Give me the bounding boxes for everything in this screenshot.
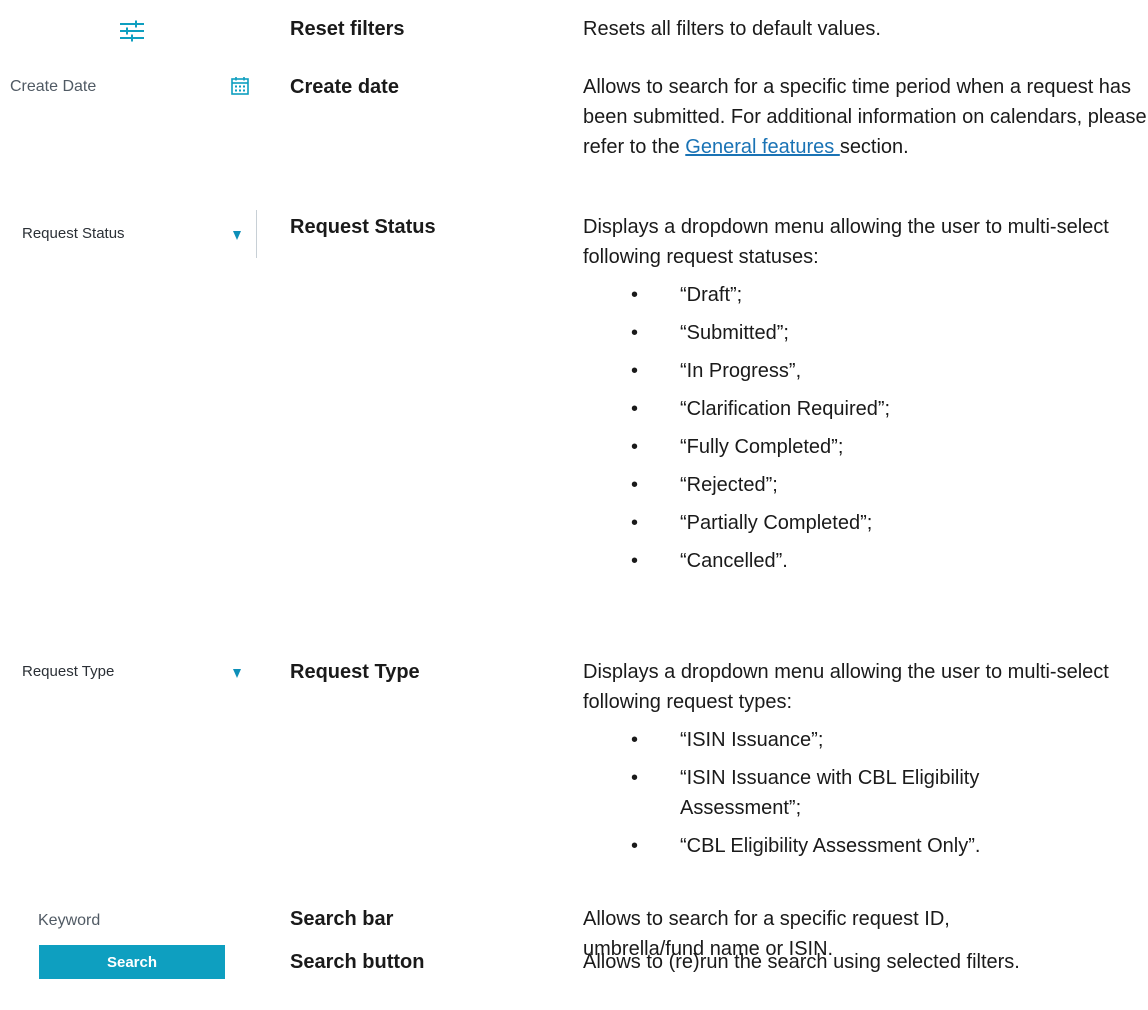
dropdown-arrow-icon[interactable] xyxy=(233,231,241,240)
list-item: “Cancelled”. xyxy=(583,546,1148,576)
feature-name: Reset filters xyxy=(290,18,405,40)
list-item: “Submitted”; xyxy=(583,318,1148,348)
keyword-search-input[interactable]: Keyword xyxy=(38,912,100,930)
feature-name: Search bar xyxy=(290,908,394,930)
type-list: “ISIN Issuance”; “ISIN Issuance with CBL… xyxy=(583,725,1148,861)
request-type-dropdown[interactable]: Request Type xyxy=(22,663,114,680)
list-item: “CBL Eligibility Assessment Only”. xyxy=(583,831,1148,861)
status-list: “Draft”; “Submitted”; “In Progress”, “Cl… xyxy=(583,280,1148,576)
feature-name: Request Type xyxy=(290,661,420,683)
list-item: “ISIN Issuance”; xyxy=(583,725,1148,755)
request-status-dropdown[interactable]: Request Status xyxy=(22,225,125,242)
feature-name: Request Status xyxy=(290,216,436,238)
general-features-link[interactable]: General features xyxy=(685,136,840,158)
description-text: Displays a dropdown menu allowing the us… xyxy=(583,216,1109,268)
calendar-icon[interactable] xyxy=(231,76,249,95)
list-item: “In Progress”, xyxy=(583,356,1148,386)
list-item: “Fully Completed”; xyxy=(583,432,1148,462)
feature-description: Displays a dropdown menu allowing the us… xyxy=(583,657,1148,869)
list-item: “Clarification Required”; xyxy=(583,394,1148,424)
create-date-field[interactable]: Create Date xyxy=(10,78,96,96)
list-item: “Partially Completed”; xyxy=(583,508,1148,538)
feature-name: Create date xyxy=(290,76,399,98)
list-item: “Rejected”; xyxy=(583,470,1148,500)
dropdown-arrow-icon[interactable] xyxy=(233,669,241,678)
list-item: “ISIN Issuance with CBL Eligibility Asse… xyxy=(583,763,983,823)
feature-description: Displays a dropdown menu allowing the us… xyxy=(583,212,1148,584)
divider xyxy=(256,210,257,258)
feature-description: Allows to search for a specific time per… xyxy=(583,72,1148,162)
description-text: Displays a dropdown menu allowing the us… xyxy=(583,661,1109,713)
filter-sliders-icon[interactable] xyxy=(118,20,146,42)
feature-name: Search button xyxy=(290,951,425,973)
search-button[interactable]: Search xyxy=(39,945,225,979)
description-text-end: section. xyxy=(839,136,909,158)
list-item: “Draft”; xyxy=(583,280,1148,310)
feature-description: Allows to (re)run the search using selec… xyxy=(583,951,1020,973)
feature-description: Resets all filters to default values. xyxy=(583,18,881,40)
